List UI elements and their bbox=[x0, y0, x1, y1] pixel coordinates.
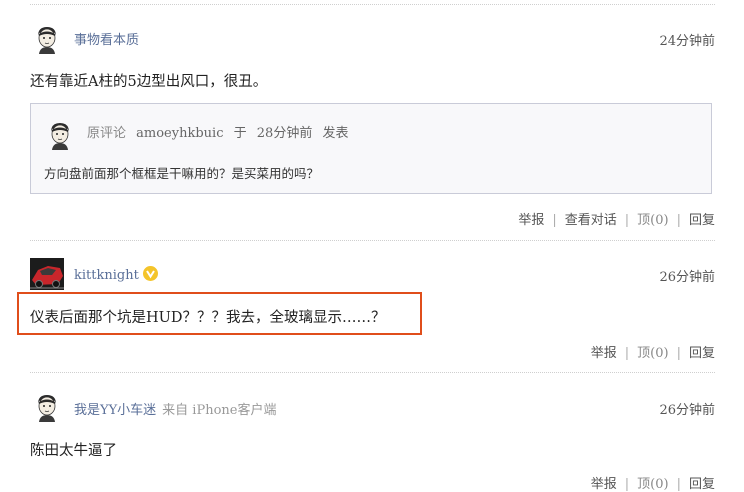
comment-actions: 举报 | 查看对话 | 顶(0) | 回复 bbox=[518, 209, 715, 228]
comment-text: 还有靠近A柱的5边型出风口，很丑。 bbox=[30, 74, 268, 90]
quoted-comment: 原评论 amoeyhkbuic 于 28分钟前 发表 方向盘前面那个框框是干嘛用… bbox=[30, 103, 712, 194]
quote-author-link[interactable]: amoeyhkbuic bbox=[136, 126, 223, 141]
username-row: 我是YY小车迷 来自 iPhone客户端 bbox=[74, 399, 276, 418]
divider bbox=[30, 372, 715, 373]
username-link[interactable]: 我是YY小车迷 bbox=[74, 403, 156, 418]
upvote-link[interactable]: 顶(0) bbox=[637, 346, 668, 361]
comment-actions: 举报 | 顶(0) | 回复 bbox=[591, 342, 715, 361]
comment-time: 26分钟前 bbox=[659, 403, 715, 418]
username-text: kittknight bbox=[74, 268, 139, 283]
view-thread-link[interactable]: 查看对话 bbox=[565, 213, 617, 228]
user-avatar-icon[interactable] bbox=[32, 392, 62, 422]
user-avatar-icon[interactable] bbox=[45, 120, 75, 150]
reply-link[interactable]: 回复 bbox=[689, 213, 715, 228]
divider bbox=[30, 240, 715, 241]
quote-header: 原评论 amoeyhkbuic 于 28分钟前 发表 bbox=[87, 122, 348, 141]
comment-time: 26分钟前 bbox=[659, 270, 715, 285]
comment-text: 陈田太牛逼了 bbox=[30, 443, 117, 459]
quote-at: 于 bbox=[233, 126, 247, 141]
separator: | bbox=[552, 213, 557, 228]
report-link[interactable]: 举报 bbox=[591, 477, 617, 492]
separator: | bbox=[676, 213, 681, 228]
comment-time: 24分钟前 bbox=[659, 34, 715, 49]
quote-text: 方向盘前面那个框框是干嘛用的？是买菜用的吗？ bbox=[44, 166, 320, 181]
username-link[interactable]: 事物看本质 bbox=[74, 29, 139, 48]
quote-label: 原评论 bbox=[87, 126, 127, 141]
upvote-link[interactable]: 顶(0) bbox=[637, 477, 668, 492]
report-link[interactable]: 举报 bbox=[518, 213, 544, 228]
separator: | bbox=[676, 346, 681, 361]
user-avatar-icon[interactable] bbox=[32, 24, 62, 54]
red-car-avatar-icon[interactable] bbox=[30, 258, 64, 290]
username-link[interactable]: kittknight bbox=[74, 266, 158, 283]
separator: | bbox=[624, 477, 630, 492]
reply-link[interactable]: 回复 bbox=[689, 477, 715, 492]
verified-badge-icon bbox=[142, 266, 158, 281]
reply-link[interactable]: 回复 bbox=[689, 346, 715, 361]
quote-action: 发表 bbox=[322, 126, 349, 141]
separator: | bbox=[624, 213, 630, 228]
divider bbox=[30, 4, 715, 5]
separator: | bbox=[624, 346, 630, 361]
report-link[interactable]: 举报 bbox=[591, 346, 617, 361]
source-label: 来自 iPhone客户端 bbox=[162, 403, 277, 418]
highlight-box bbox=[17, 292, 422, 335]
comment-actions: 举报 | 顶(0) | 回复 bbox=[591, 473, 715, 492]
quote-time: 28分钟前 bbox=[256, 126, 313, 141]
separator: | bbox=[676, 477, 681, 492]
upvote-link[interactable]: 顶(0) bbox=[637, 213, 668, 228]
